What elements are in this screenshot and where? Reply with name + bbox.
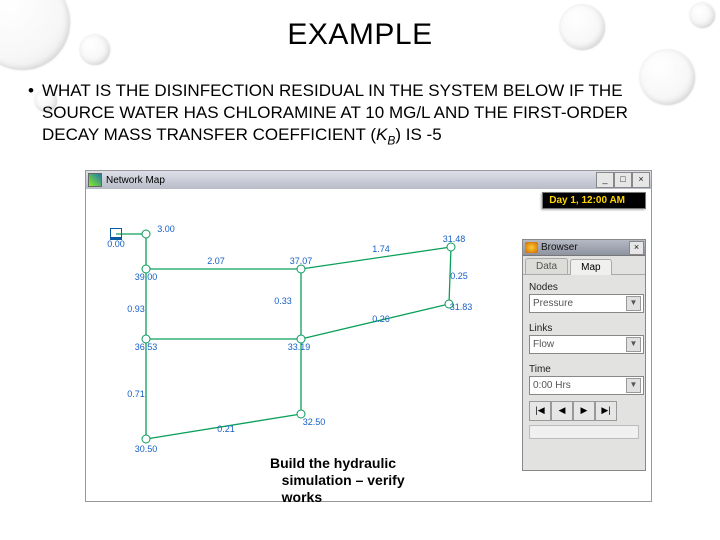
links-label: Links [529, 323, 639, 334]
links-dropdown[interactable]: Flow ▼ [529, 335, 644, 354]
nodes-dropdown[interactable]: Pressure ▼ [529, 294, 644, 313]
link-label: 0.93 [127, 304, 145, 314]
browser-panel: Browser × Data Map Nodes Pressure ▼ Link… [522, 239, 646, 471]
link-label: 0.21 [217, 424, 235, 434]
question-bullet: • WHAT IS THE DISINFECTION RESIDUAL IN T… [28, 80, 688, 149]
node-label: 32.50 [303, 417, 326, 427]
window-titlebar[interactable]: Network Map _ □ × [86, 171, 651, 190]
time-status: Day 1, 12:00 AM [542, 192, 646, 209]
browser-titlebar[interactable]: Browser × [523, 240, 645, 256]
question-pre: WHAT IS THE DISINFECTION RESIDUAL IN THE… [42, 81, 628, 144]
link-label: 0.71 [127, 389, 145, 399]
link-label: 0.25 [450, 271, 468, 281]
link-label: 0.33 [274, 296, 292, 306]
node-label: 39.00 [135, 272, 158, 282]
annotation-caption: Build the hydraulic simulation – verify … [270, 455, 440, 505]
caption-l3: works [282, 489, 322, 505]
chevron-down-icon[interactable]: ▼ [626, 337, 641, 352]
link-label: 0.26 [372, 314, 390, 324]
time-dropdown[interactable]: 0:00 Hrs ▼ [529, 376, 644, 395]
time-value: 0:00 Hrs [533, 380, 571, 391]
junction-node[interactable] [142, 435, 151, 444]
link-label: 3.00 [157, 224, 175, 234]
network-map-window: Network Map _ □ × [85, 170, 652, 502]
time-slider[interactable] [529, 425, 639, 439]
vcr-first-button[interactable]: |◀ [529, 401, 551, 421]
link-label: 1.74 [372, 244, 390, 254]
tab-data[interactable]: Data [525, 258, 568, 274]
vcr-controls: |◀ ◀ ▶ ▶| [529, 401, 639, 421]
node-label: 33.19 [288, 342, 311, 352]
chevron-down-icon[interactable]: ▼ [626, 296, 641, 311]
browser-tabs: Data Map [523, 256, 645, 275]
node-label: 31.48 [443, 234, 466, 244]
junction-node[interactable] [142, 230, 151, 239]
node-label: 0.00 [107, 239, 125, 249]
browser-body: Nodes Pressure ▼ Links Flow ▼ Time 0:00 … [523, 275, 645, 443]
browser-title: Browser [541, 242, 578, 253]
caption-l2: simulation – verify [282, 472, 405, 488]
vcr-last-button[interactable]: ▶| [595, 401, 617, 421]
nodes-label: Nodes [529, 282, 639, 293]
question-text: WHAT IS THE DISINFECTION RESIDUAL IN THE… [42, 80, 688, 149]
maximize-button[interactable]: □ [614, 172, 632, 188]
browser-close-button[interactable]: × [629, 241, 644, 255]
node-label: 36.53 [135, 342, 158, 352]
tab-map[interactable]: Map [570, 259, 611, 275]
page-title: EXAMPLE [0, 18, 720, 52]
close-button[interactable]: × [632, 172, 650, 188]
caption-l1: Build the hydraulic [270, 455, 396, 471]
browser-icon [525, 242, 538, 253]
vcr-prev-button[interactable]: ◀ [551, 401, 573, 421]
node-label: 30.50 [135, 444, 158, 454]
node-label: 31.83 [450, 302, 473, 312]
link-label: 2.07 [207, 256, 225, 266]
bullet-dot: • [28, 80, 34, 149]
minimize-button[interactable]: _ [596, 172, 614, 188]
time-label: Time [529, 364, 639, 375]
chevron-down-icon[interactable]: ▼ [626, 378, 641, 393]
links-value: Flow [533, 339, 554, 350]
k-var: K [376, 125, 387, 144]
vcr-next-button[interactable]: ▶ [573, 401, 595, 421]
window-title: Network Map [106, 175, 165, 186]
nodes-value: Pressure [533, 298, 573, 309]
app-icon [88, 173, 102, 187]
question-post: ) IS -5 [395, 125, 441, 144]
node-label: 37.07 [290, 256, 313, 266]
